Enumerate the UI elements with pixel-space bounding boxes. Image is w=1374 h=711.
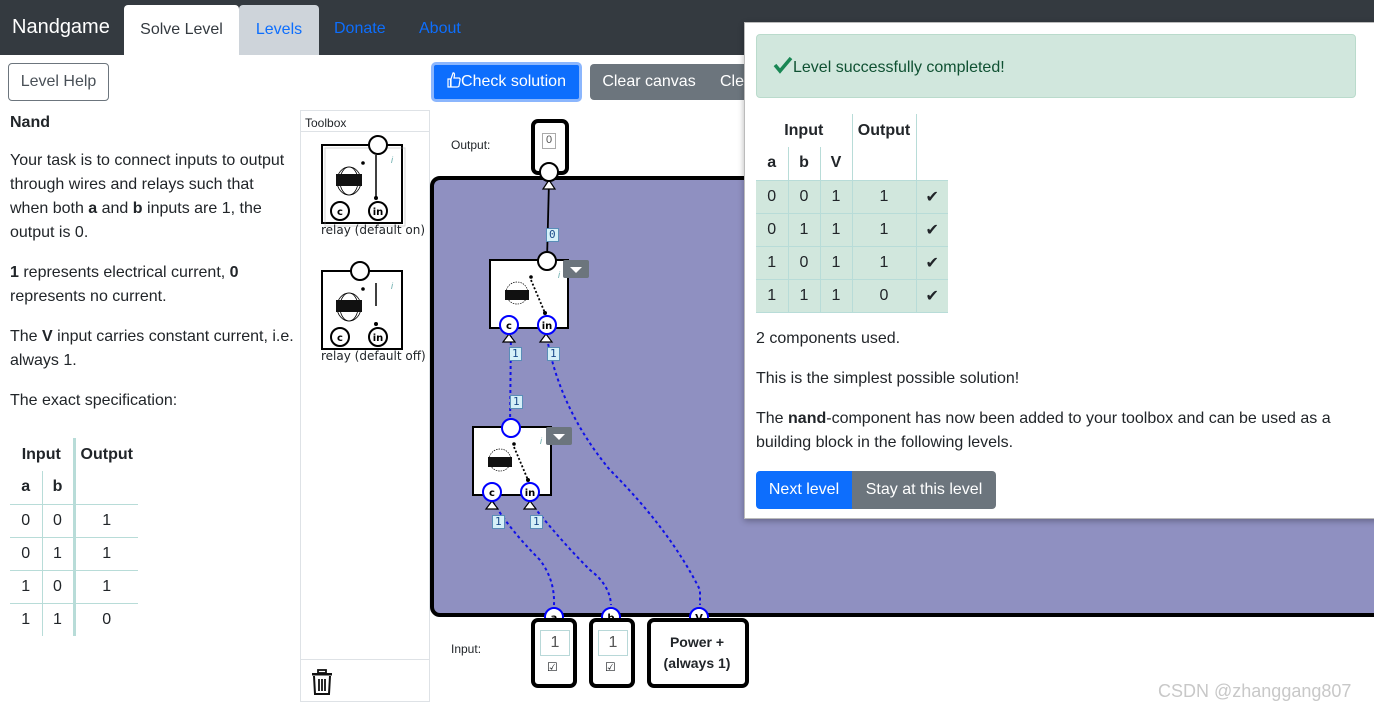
wire-value-tag: 1 [492,515,505,529]
about-link[interactable]: About [419,20,461,38]
current-description: 1 represents electrical current, 0 repre… [10,264,239,305]
trash-icon[interactable] [311,669,333,695]
table-row: 1 1 1 0 ✔ [756,279,948,313]
task-description: Your task is to connect inputs to output… [10,152,285,241]
success-alert: Level successfully completed! [756,34,1356,98]
toolbox: Toolbox c in i relay (default on) c in i… [300,110,430,702]
toolbox-title: Toolbox [305,116,347,130]
checkmark-icon [773,56,793,74]
wire-value-tag: 1 [509,347,522,361]
relay-default-on-component[interactable]: c in i [319,133,409,233]
table-row: 001 [10,504,138,538]
table-row: 110 [10,603,138,636]
toolbox-added-text: The nand-component has now been added to… [756,410,1331,451]
input-a: 1 ☑ [531,618,577,688]
output-pin [539,162,559,182]
wire-value-tag: 0 [546,228,559,242]
spec-table: Input Output a b 001 011 101 110 [10,438,138,636]
watermark: CSDN @zhanggang807 [1158,681,1352,701]
svg-text:c: c [337,333,343,344]
svg-text:in: in [525,488,536,499]
svg-text:in: in [373,207,384,218]
svg-text:c: c [506,321,512,332]
clear-canvas-button[interactable]: Clear canvas [590,64,708,100]
power-label: Power + (always 1) [663,634,731,671]
table-row: 1 0 1 1 ✔ [756,246,948,280]
donate-link[interactable]: Donate [334,20,386,38]
tab-levels[interactable]: Levels [239,5,319,55]
input-b: 1 ☑ [589,618,635,688]
svg-text:c: c [337,207,343,218]
level-help-button[interactable]: Level Help [8,63,109,101]
level-title: Nand [10,114,50,131]
result-table: Input Output a b V 0 0 1 1 ✔ 0 1 1 1 ✔ 1 0 1 1 ✔ 111… [756,114,948,313]
success-dialog: Level successfully completed! Input Outp… [744,22,1374,519]
svg-text:c: c [489,488,495,499]
svg-text:in: in [373,333,384,344]
spec-intro: The exact specification: [10,392,178,409]
power-input: Power + (always 1) [647,618,749,688]
relay-default-off-component[interactable]: c in i [319,261,409,361]
toolbox-item-relay-on: relay (default on) [321,223,426,237]
table-row: 101 [10,570,138,604]
stay-at-level-button[interactable]: Stay at this level [852,471,996,509]
output-value: 0 [542,133,556,149]
svg-text:in: in [542,321,553,332]
input-b-value[interactable]: 1 [598,630,628,656]
input-a-checkbox[interactable]: ☑ [547,660,558,674]
input-a-value[interactable]: 1 [540,630,570,656]
toolbox-item-relay-off: relay (default off) [321,349,426,363]
brand[interactable]: Nandgame [12,16,110,39]
check-solution-button[interactable]: Check solution [431,62,582,102]
table-row: 0 0 1 1 ✔ [756,180,948,214]
tab-solve-level[interactable]: Solve Level [124,5,239,55]
v-description: The V input carries constant current, i.… [10,328,294,369]
wire-value-tag: 1 [547,347,560,361]
table-row: 011 [10,537,138,571]
components-used-text: 2 components used. [756,330,901,347]
next-level-button[interactable]: Next level [756,471,852,509]
thumbs-up-icon [447,67,461,88]
input-b-checkbox[interactable]: ☑ [605,660,616,674]
table-row: 0 1 1 1 ✔ [756,213,948,247]
clear-button-2[interactable]: Cle [708,64,748,100]
wire-value-tag: 1 [510,395,523,409]
wire-value-tag: 1 [530,515,543,529]
simplest-solution-text: This is the simplest possible solution! [756,370,1020,387]
